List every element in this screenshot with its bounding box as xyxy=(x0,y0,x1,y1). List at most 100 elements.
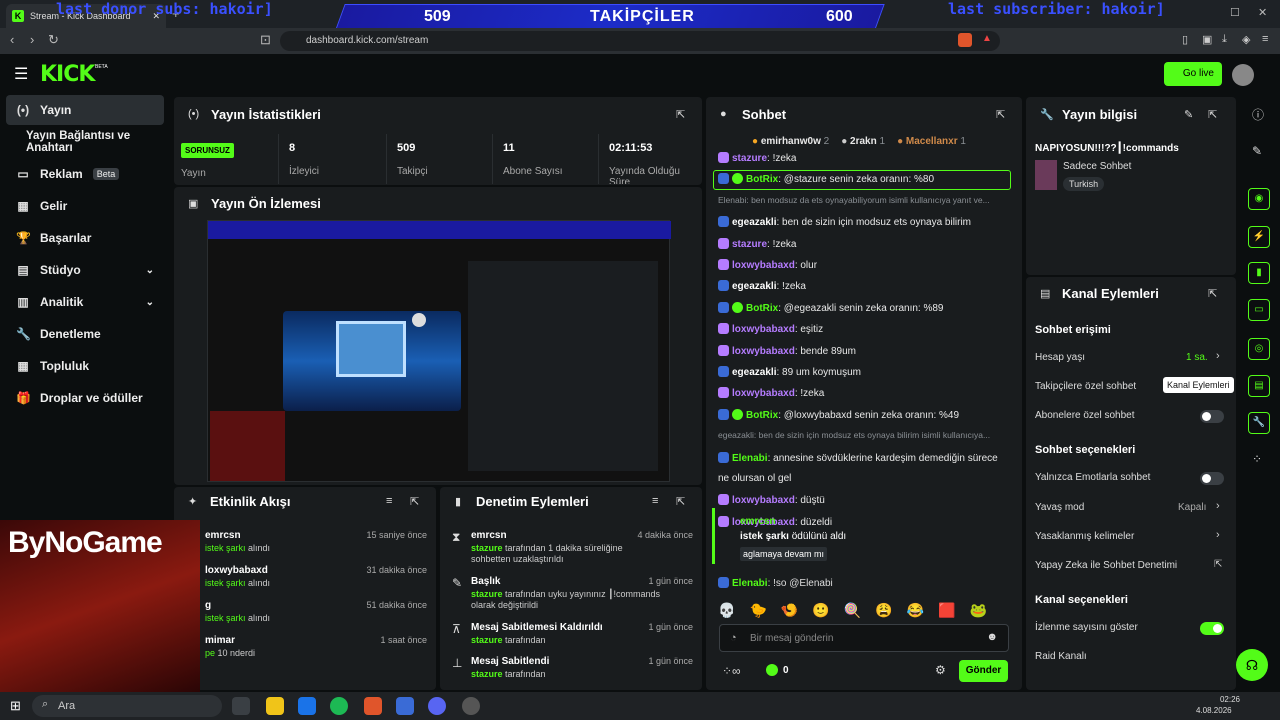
account-age-value[interactable]: 1 sa. xyxy=(1186,352,1208,363)
stream-preview-video[interactable] xyxy=(207,220,671,482)
sidebar-item[interactable]: ▦ Gelir xyxy=(6,191,164,221)
chevron-down-icon[interactable]: ⌄ xyxy=(146,297,154,308)
stats-widget-button[interactable]: ◉ xyxy=(1248,188,1270,210)
chat-widget-button[interactable]: ▭ xyxy=(1248,299,1270,321)
moderation-actor[interactable]: stazure xyxy=(471,543,503,553)
sidebar-item[interactable]: 🎁 Droplar ve ödüller xyxy=(6,383,164,413)
chat-user[interactable]: BotRix xyxy=(746,174,778,185)
broadcast-widget-button[interactable]: ◎ xyxy=(1248,338,1270,360)
obs-icon[interactable] xyxy=(462,697,480,715)
emote-only-toggle[interactable] xyxy=(1200,472,1224,485)
chat-user[interactable]: loxwybabaxd xyxy=(732,388,795,399)
chat-user[interactable]: loxwybabaxd xyxy=(732,495,795,506)
moderation-item[interactable]: Başlık 1 gün önce stazure tarafından uyku … xyxy=(471,576,693,611)
back-icon[interactable]: ‹ xyxy=(10,32,14,47)
connection-icon[interactable]: ⁘∞ xyxy=(722,664,741,678)
moderation-item[interactable]: emrcsn 4 dakika önce stazure tarafından 1 … xyxy=(471,530,693,565)
sidebar-toggle-icon[interactable]: ▯ xyxy=(1182,33,1188,46)
category-name[interactable]: Sadece Sohbet xyxy=(1063,161,1131,172)
popout-icon[interactable]: ⇱ xyxy=(1208,108,1217,121)
emote-icon[interactable]: 🟥 xyxy=(938,602,955,619)
popout-icon[interactable]: ⇱ xyxy=(676,495,685,508)
sidebar-item[interactable]: 🏆 Başarılar xyxy=(6,223,164,253)
sidebar-item[interactable]: (•) Yayın xyxy=(6,95,164,125)
moderation-item[interactable]: Mesaj Sabitlemesi Kaldırıldı 1 gün önce st… xyxy=(471,622,693,646)
edit-icon[interactable]: ✎ xyxy=(1184,108,1193,121)
chat-user[interactable]: BotRix xyxy=(746,303,778,314)
discord-icon[interactable] xyxy=(428,697,446,715)
emote-icon[interactable]: 🍤 xyxy=(781,602,798,619)
chat-user[interactable]: Elenabi xyxy=(732,578,768,589)
app-icon[interactable] xyxy=(396,697,414,715)
chat-user[interactable]: stazure xyxy=(732,153,767,164)
redeem-user[interactable]: emrcsn xyxy=(740,516,776,527)
popout-icon[interactable]: ⇱ xyxy=(996,108,1005,121)
activity-item[interactable]: g 51 dakika önce istek şarkı alındı xyxy=(205,600,427,632)
chat-user[interactable]: loxwybabaxd xyxy=(732,324,795,335)
emoji-picker-icon[interactable]: ☻ xyxy=(986,631,998,643)
external-link-icon[interactable]: ⇱ xyxy=(1214,559,1222,570)
community-icon[interactable]: ⁘ xyxy=(1252,452,1262,466)
moderation-item[interactable]: Mesaj Sabitlendi 1 gün önce stazure tarafı… xyxy=(471,656,693,680)
moderation-actor[interactable]: stazure xyxy=(471,669,503,679)
sidebar-item[interactable]: 🔧 Denetleme xyxy=(6,319,164,349)
language-tag[interactable]: Turkish xyxy=(1063,177,1105,191)
lightning-widget-button[interactable]: ⚡ xyxy=(1248,226,1270,248)
menu-icon[interactable]: ≡ xyxy=(1262,33,1268,45)
rewards-icon[interactable]: ▲ xyxy=(982,33,992,44)
windows-start-icon[interactable]: ⊞ xyxy=(10,698,21,714)
emote-icon[interactable]: 🍭 xyxy=(844,602,861,619)
edit-icon[interactable]: ✎ xyxy=(1252,144,1262,158)
filter-icon[interactable]: ≡ xyxy=(386,495,392,507)
moderation-actor[interactable]: stazure xyxy=(471,589,503,599)
sidebar-item[interactable]: ▤ Stüdyo ⌄ xyxy=(6,255,164,285)
filter-icon[interactable]: ≡ xyxy=(652,495,658,507)
info-icon[interactable]: ⓘ xyxy=(1252,106,1264,123)
sidebar-item[interactable]: ▦ Topluluk xyxy=(6,351,164,381)
forward-icon[interactable]: › xyxy=(30,32,34,47)
brave-icon[interactable] xyxy=(364,697,382,715)
window-maximize-icon[interactable]: ☐ xyxy=(1230,6,1240,19)
window-close-icon[interactable]: ✕ xyxy=(1258,6,1267,19)
emote-icon[interactable]: 🐤 xyxy=(749,602,766,619)
chat-user[interactable]: BotRix xyxy=(746,410,778,421)
sidebar-item[interactable]: ▭ Reklam Beta xyxy=(6,159,164,189)
task-view-icon[interactable] xyxy=(232,697,250,715)
slow-mode-value[interactable]: Kapalı xyxy=(1178,502,1206,513)
chat-user[interactable]: loxwybabaxd xyxy=(732,346,795,357)
gifter[interactable]: ● Macellanxr 1 xyxy=(897,136,966,147)
download-icon[interactable]: ⤓ xyxy=(1222,33,1227,46)
send-button[interactable]: Gönder xyxy=(959,660,1008,682)
activity-item[interactable]: mimar 1 saat önce pe 10 nderdi xyxy=(205,635,427,667)
chat-settings-icon[interactable]: ⚙ xyxy=(935,663,946,677)
emote-icon[interactable]: 🐸 xyxy=(970,602,987,619)
url-field[interactable]: dashboard.kick.com/stream xyxy=(280,31,1000,51)
brave-shield-icon[interactable] xyxy=(958,33,972,47)
gifter[interactable]: ● 2rakn 1 xyxy=(841,136,885,147)
emote-icon[interactable]: 🙂 xyxy=(812,602,829,619)
chevron-down-icon[interactable]: ⌄ xyxy=(146,265,154,276)
subs-only-toggle[interactable] xyxy=(1200,410,1224,423)
spotify-icon[interactable] xyxy=(330,697,348,715)
emote-icon[interactable]: 💀 xyxy=(718,602,735,619)
chat-user[interactable]: Elenabi xyxy=(732,453,768,464)
show-views-toggle[interactable] xyxy=(1200,622,1224,635)
popout-icon[interactable]: ⇱ xyxy=(676,108,685,121)
wallet-icon[interactable]: ▣ xyxy=(1202,33,1212,46)
document-widget-button[interactable]: ▮ xyxy=(1248,262,1270,284)
chat-input[interactable]: ◔ Bir mesaj gönderin ☻ xyxy=(719,624,1009,652)
file-explorer-icon[interactable] xyxy=(266,697,284,715)
wrench-widget-button[interactable]: 🔧 xyxy=(1248,412,1270,434)
popout-icon[interactable]: ⇱ xyxy=(410,495,419,508)
chevron-right-icon[interactable]: › xyxy=(1216,350,1220,362)
emote-icon[interactable]: 😂 xyxy=(907,602,924,619)
mail-icon[interactable] xyxy=(298,697,316,715)
chat-user[interactable]: egeazakli xyxy=(732,367,776,378)
chat-user[interactable]: egeazakli xyxy=(732,281,776,292)
activity-item[interactable]: emrcsn 15 saniye önce istek şarkı alındı xyxy=(205,530,427,562)
gifter[interactable]: ● emirhanw0w 2 xyxy=(752,136,829,147)
chat-user[interactable]: stazure xyxy=(732,239,767,250)
chevron-right-icon[interactable]: › xyxy=(1216,500,1220,512)
kick-logo[interactable]: KICK xyxy=(40,62,95,87)
chevron-right-icon[interactable]: › xyxy=(1216,529,1220,541)
